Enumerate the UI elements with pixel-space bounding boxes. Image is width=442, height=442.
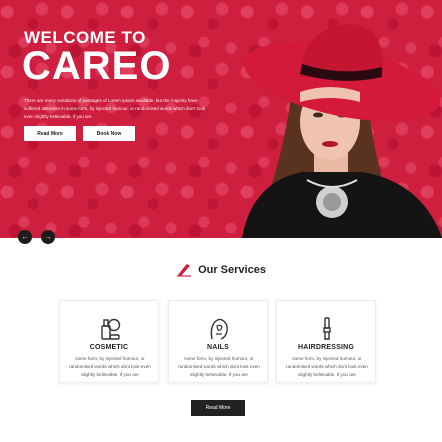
service-card-nails[interactable]: NAILS some form, by injected humour, or … bbox=[168, 300, 268, 383]
cosmetic-icon bbox=[101, 318, 121, 340]
service-card-description: some form, by injected humour, or random… bbox=[286, 356, 368, 377]
service-card-title: COSMETIC bbox=[89, 344, 129, 351]
nails-icon bbox=[210, 318, 228, 340]
read-more-button[interactable]: Read More bbox=[24, 126, 76, 141]
slider-next-arrow[interactable]: → bbox=[41, 230, 55, 244]
services-read-more-button[interactable]: Read More bbox=[191, 400, 245, 416]
service-card-title: HAIRDRESSING bbox=[297, 344, 355, 351]
services-heading: Our Services bbox=[0, 263, 442, 277]
service-card-description: some form, by injected humour, or random… bbox=[69, 356, 151, 377]
service-card-title: NAILS bbox=[207, 344, 229, 351]
hero-description: There are many variations of passages of… bbox=[24, 98, 206, 119]
hero-banner: WELCOME TO CAREO There are many variatio… bbox=[0, 0, 442, 238]
book-now-button[interactable]: Book Now bbox=[83, 126, 135, 141]
service-card-description: some form, by injected humour, or random… bbox=[178, 356, 260, 377]
service-card-cosmetic[interactable]: COSMETIC some form, by injected humour, … bbox=[59, 300, 159, 383]
hero-model-image bbox=[242, 24, 442, 238]
service-card-hairdressing[interactable]: HAIRDRESSING some form, by injected humo… bbox=[276, 300, 376, 383]
slider-prev-arrow[interactable]: ← bbox=[18, 230, 32, 244]
hairdressing-icon bbox=[323, 317, 331, 340]
lipstick-icon bbox=[177, 264, 192, 277]
services-heading-text: Our Services bbox=[198, 264, 266, 276]
hero-title: CAREO bbox=[22, 44, 172, 88]
